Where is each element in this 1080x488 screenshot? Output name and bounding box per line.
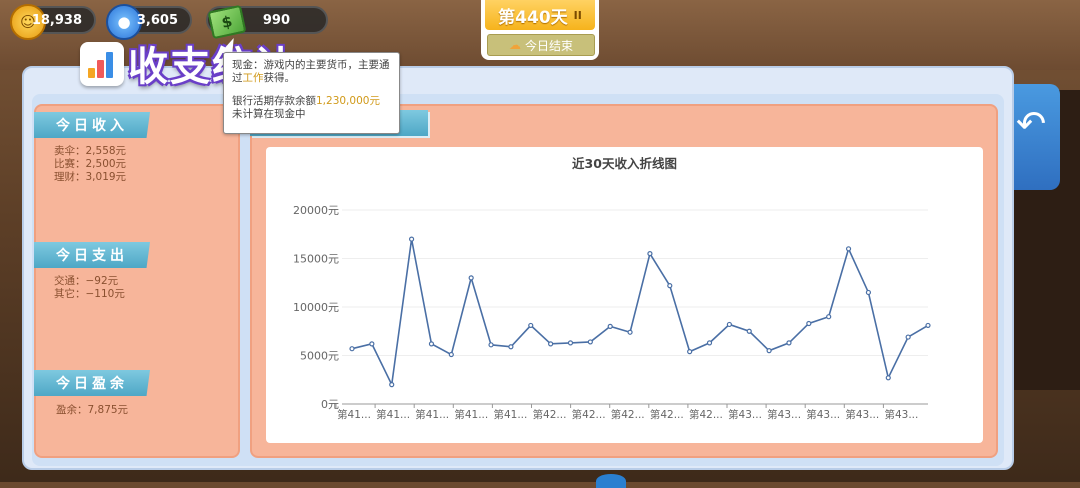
day-counter: 第440天 II bbox=[485, 0, 595, 30]
x-tick-label: 第43... bbox=[806, 408, 840, 421]
data-point bbox=[806, 320, 812, 327]
income-item: 理财：3,019元 bbox=[54, 171, 127, 183]
tooltip-text: 银行活期存款余额 bbox=[232, 95, 316, 107]
data-point bbox=[587, 339, 593, 345]
data-point bbox=[746, 328, 752, 334]
x-tick-label: 第42... bbox=[650, 408, 684, 421]
data-point bbox=[786, 340, 792, 346]
data-point bbox=[607, 323, 613, 329]
data-point bbox=[528, 322, 534, 329]
data-point bbox=[766, 348, 772, 354]
fans-counter[interactable]: ● 3,605 bbox=[106, 4, 192, 40]
data-point bbox=[548, 341, 554, 347]
profit-list: 盈余：7,875元 bbox=[56, 404, 128, 417]
data-point bbox=[468, 275, 474, 281]
data-point bbox=[826, 314, 832, 320]
x-tick-label: 第41... bbox=[454, 408, 488, 421]
income-item: 比赛：2,500元 bbox=[54, 158, 127, 170]
x-tick-label: 第41... bbox=[415, 408, 449, 421]
data-point bbox=[349, 346, 355, 352]
x-tick-label: 第41... bbox=[337, 408, 371, 421]
tooltip-highlight-work: 工作 bbox=[242, 72, 264, 84]
x-tick-label: 第43... bbox=[884, 408, 918, 421]
data-point bbox=[627, 329, 633, 335]
data-point bbox=[408, 236, 415, 242]
data-point bbox=[687, 349, 693, 355]
x-tick-label: 第43... bbox=[845, 408, 879, 421]
data-point bbox=[488, 342, 494, 348]
fans-value: 3,605 bbox=[136, 12, 178, 28]
x-tick-label: 第42... bbox=[572, 408, 606, 421]
expense-item: 交通：−92元 bbox=[54, 275, 119, 287]
data-point bbox=[369, 341, 375, 347]
tooltip-highlight-balance: 1,230,000元 bbox=[316, 95, 380, 107]
end-day-button[interactable]: ☁ 今日结束 bbox=[487, 34, 595, 56]
profit-item: 盈余：7,875元 bbox=[56, 404, 129, 416]
y-tick-label: 10000元 bbox=[293, 301, 339, 314]
data-point bbox=[865, 289, 872, 296]
data-point bbox=[667, 283, 673, 289]
y-tick-label: 20000元 bbox=[293, 204, 339, 217]
day-badge: 第440天 II ☁ 今日结束 bbox=[481, 0, 599, 60]
expense-header: 今日支出 bbox=[34, 242, 150, 268]
data-point bbox=[567, 340, 574, 346]
gold-counter[interactable]: ☺ 18,938 bbox=[10, 4, 96, 40]
data-point bbox=[389, 382, 395, 388]
back-button[interactable]: ↶ bbox=[1014, 84, 1060, 190]
income-item: 卖伞：2,558元 bbox=[54, 145, 127, 157]
income-series-line bbox=[351, 238, 929, 388]
x-tick-label: 第42... bbox=[533, 408, 567, 421]
data-point bbox=[647, 251, 653, 257]
gold-value: 18,938 bbox=[31, 12, 82, 28]
x-tick-label: 第42... bbox=[689, 408, 723, 421]
tooltip-line-2: 银行活期存款余额1,230,000元 未计算在现金中 bbox=[232, 95, 391, 121]
pause-icon[interactable]: II bbox=[574, 9, 582, 22]
income-line-chart: 近30天收入折线图 0元 5000元 10000元 15000元 20000元 第41..… bbox=[266, 147, 983, 443]
tooltip-line-1: 现金：游戏内的主要货币，主要通过工作获得。 bbox=[232, 59, 391, 85]
expense-item: 其它：−110元 bbox=[54, 288, 125, 300]
data-point bbox=[905, 334, 911, 340]
profit-header: 今日盈余 bbox=[34, 370, 150, 396]
data-point bbox=[428, 341, 435, 347]
tooltip-text: 未计算在现金中 bbox=[232, 108, 306, 120]
x-tick-label: 第42... bbox=[611, 408, 645, 421]
back-arrow-icon: ↶ bbox=[1016, 104, 1047, 145]
y-tick-label: 5000元 bbox=[300, 350, 339, 363]
cloud-icon: ☁ bbox=[508, 38, 521, 52]
tooltip-text: 获得。 bbox=[263, 72, 296, 84]
data-point bbox=[845, 246, 852, 252]
x-tick-label: 第43... bbox=[728, 408, 762, 421]
data-point bbox=[508, 344, 514, 350]
income-list: 卖伞：2,558元 比赛：2,500元 理财：3,019元 bbox=[54, 145, 126, 184]
cash-tooltip: 现金：游戏内的主要货币，主要通过工作获得。 银行活期存款余额1,230,000元… bbox=[223, 52, 400, 134]
bar-chart-icon bbox=[80, 42, 124, 86]
data-point bbox=[925, 322, 931, 329]
data-point bbox=[885, 375, 891, 381]
data-point bbox=[448, 351, 454, 358]
expense-list: 交通：−92元 其它：−110元 bbox=[54, 275, 125, 301]
data-point bbox=[706, 340, 713, 346]
bottom-indicator bbox=[596, 474, 626, 488]
day-label: 第440天 bbox=[498, 7, 568, 28]
end-day-label: 今日结束 bbox=[524, 38, 573, 53]
cash-counter[interactable]: $ 990 bbox=[206, 4, 328, 40]
income-header: 今日收入 bbox=[34, 112, 150, 138]
cash-value: 990 bbox=[262, 12, 290, 28]
y-tick-label: 15000元 bbox=[293, 253, 339, 266]
chart-svg: 0元5000元10000元15000元20000元第41... 第41... 第41… bbox=[293, 204, 931, 421]
x-tick-label: 第41... bbox=[493, 408, 527, 421]
data-point bbox=[726, 321, 732, 328]
x-tick-label: 第41... bbox=[376, 408, 410, 421]
x-tick-label: 第43... bbox=[767, 408, 801, 421]
